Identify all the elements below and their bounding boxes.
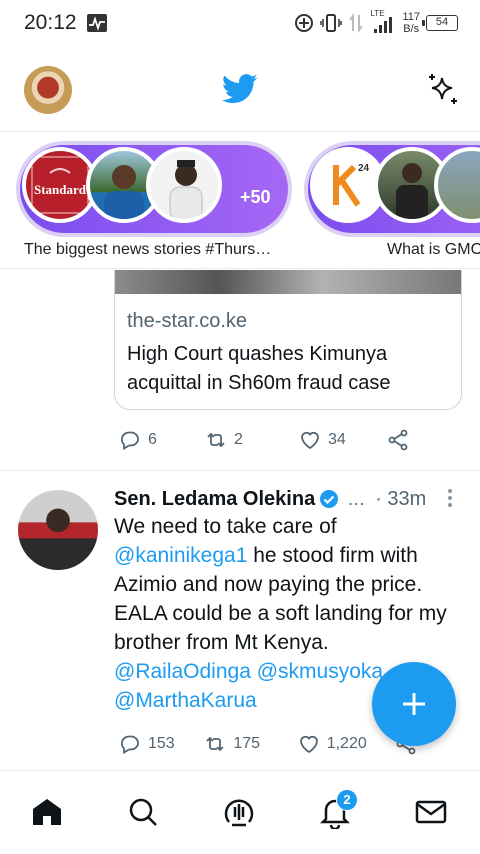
author-avatar[interactable] [18,490,98,570]
mention-link[interactable]: @kaninikega1 [114,544,247,567]
spaces-icon[interactable] [222,795,256,829]
profile-avatar[interactable] [24,66,72,114]
author-name[interactable]: Sen. Ledama Olekina [114,488,315,511]
retweet-count: 2 [234,431,243,448]
heart-icon [301,431,319,450]
reply-count: 153 [148,735,175,752]
tweet-media-image[interactable] [114,270,462,294]
retweet-button[interactable]: 175 [203,732,296,756]
tweet-header: Sen. Ledama Olekina … · 33m [114,484,464,514]
notification-badge: 2 [336,789,358,811]
home-icon[interactable] [30,795,64,829]
retweet-count: 175 [233,735,261,752]
plus-icon [403,693,425,715]
data-saver-icon [295,14,314,32]
tweet-divider [0,470,480,471]
reply-count: 6 [148,431,157,448]
bottom-navigation: 2 [0,770,480,854]
status-time: 20:12 [24,11,77,34]
like-button[interactable]: 1,220 [297,732,394,756]
link-card-title: High Court quashes Kimunya acquittal in … [127,343,391,394]
share-button[interactable] [386,428,410,452]
retweet-icon [206,736,225,752]
fleet-avatar-person-2 [146,147,222,223]
link-card-domain: the-star.co.ke [127,310,248,332]
tweet-time: · 33m [375,487,427,510]
reply-icon [121,735,139,755]
tweet-actions: 153 175 1,220 [118,729,418,759]
mention-link[interactable]: @MarthaKarua [114,689,257,712]
status-bar: 20:12 LTE 117 B/s 54 [0,0,480,48]
activity-icon [87,14,107,32]
network-speed: 117 B/s [402,11,420,35]
like-button[interactable]: 34 [298,428,386,452]
like-count: 34 [328,431,346,448]
twitter-bird-icon[interactable] [222,74,258,104]
fleet-group-news[interactable]: Standard +50 [16,141,292,237]
mention-link[interactable]: @RailaOdinga [114,660,251,683]
sparkle-icon[interactable] [426,72,460,106]
retweet-button[interactable]: 2 [204,428,298,452]
fleet-caption-2[interactable]: What is GMO [387,241,480,259]
fleet-group-k24[interactable]: 24 [304,141,480,237]
like-count: 1,220 [326,735,367,752]
vibrate-icon [320,14,343,32]
share-icon [388,429,408,451]
retweet-icon [207,432,225,448]
data-arrows-icon [349,13,364,33]
messages-icon[interactable] [414,795,448,829]
battery-indicator: 54 [422,15,458,31]
reply-icon [121,431,139,451]
author-handle-truncated: … [347,488,366,509]
k24-logo: 24 [358,163,370,174]
heart-icon [299,735,318,754]
compose-tweet-button[interactable] [372,662,456,746]
fleet-caption[interactable]: The biggest news stories #Thurs… [24,241,271,259]
svg-text:Standard: Standard [34,182,87,197]
search-icon[interactable] [126,795,160,829]
reply-button[interactable]: 6 [118,428,204,452]
verified-badge-icon [320,490,339,508]
reply-button[interactable]: 153 [118,732,203,756]
network-type: LTE [370,9,385,18]
fleets-row: Standard +50 The biggest news stories #T… [0,133,480,269]
signal-icon: LTE [370,9,396,35]
fleet-more-count: +50 [240,187,271,207]
top-app-bar [0,48,480,132]
link-card[interactable]: the-star.co.ke High Court quashes Kimuny… [114,294,462,410]
more-options-icon[interactable] [446,488,454,508]
mention-link[interactable]: @skmusyoka [257,660,383,683]
tweet-actions: 6 2 34 [118,425,418,455]
